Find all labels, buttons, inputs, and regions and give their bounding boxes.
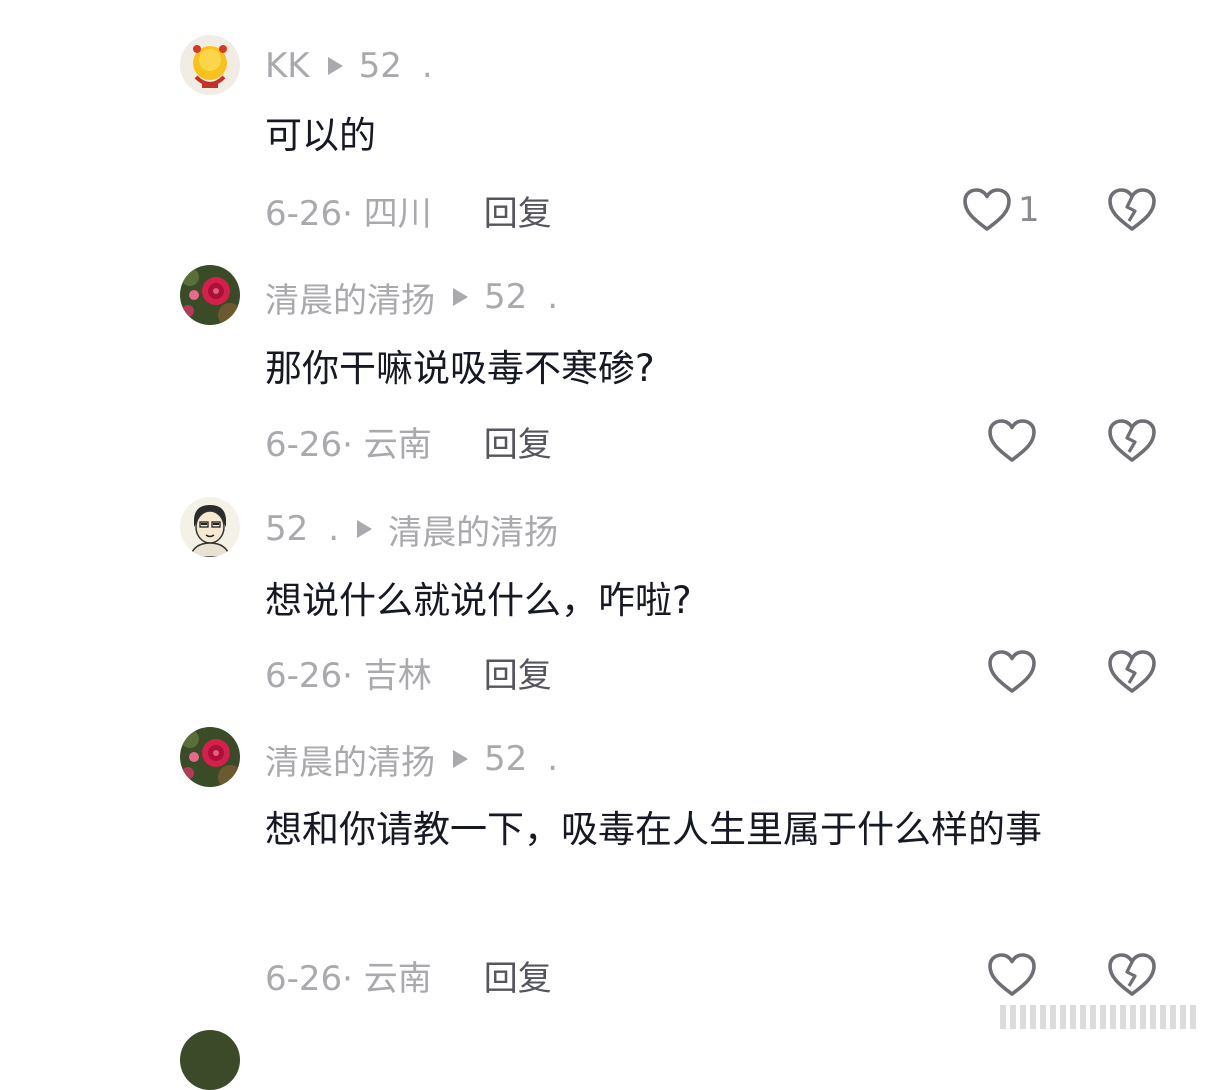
comment-meta: 52 . 清晨的清扬 [265, 509, 558, 553]
dislike-button[interactable] [1107, 416, 1157, 466]
date-location: 6-26· 四川 [265, 193, 432, 234]
date-location: 6-26· 云南 [265, 424, 432, 465]
like-button[interactable]: 1 [962, 185, 1040, 235]
reply-to-name[interactable]: 52 [484, 739, 527, 779]
author-name[interactable]: 清晨的清扬 [265, 273, 435, 322]
heart-outline-icon [963, 188, 1011, 231]
reply-to-suffix: . [421, 46, 433, 86]
reply-button[interactable]: 回复 [484, 186, 552, 235]
dislike-button[interactable] [1107, 950, 1157, 1000]
reply-to-suffix: . [547, 277, 559, 317]
play-triangle-icon [453, 288, 468, 306]
comment-text: 那你干嘛说吸毒不寒碜? [265, 347, 655, 390]
broken-heart-icon [1108, 953, 1156, 996]
heart-outline-icon [988, 953, 1036, 996]
yellow-smiley-avatar-icon [180, 35, 240, 95]
like-button[interactable] [987, 950, 1043, 1000]
watermark [1000, 1005, 1196, 1029]
heart-outline-icon [988, 419, 1036, 462]
reply-to-name[interactable]: 52 [484, 277, 527, 317]
author-name[interactable]: 52 [265, 509, 308, 549]
avatar[interactable] [180, 1030, 240, 1090]
comment-meta: KK 52 . [265, 46, 433, 86]
date-location: 6-26· 云南 [265, 958, 432, 999]
red-flower-avatar-icon [180, 727, 240, 787]
like-count: 1 [1018, 190, 1040, 230]
author-name[interactable]: KK [265, 46, 310, 86]
reply-button[interactable]: 回复 [484, 417, 552, 466]
avatar[interactable] [180, 35, 240, 95]
dislike-button[interactable] [1107, 647, 1157, 697]
comment-text: 可以的 [265, 114, 376, 157]
comment-footer: 6-26· 云南 回复 [265, 416, 552, 466]
reply-button[interactable]: 回复 [484, 951, 552, 1000]
like-button[interactable] [987, 416, 1043, 466]
comment-text: 想说什么就说什么，咋啦? [265, 579, 692, 622]
play-triangle-icon [357, 520, 373, 538]
play-triangle-icon [453, 750, 468, 768]
broken-heart-icon [1108, 419, 1156, 462]
comment-footer: 6-26· 四川 回复 [265, 185, 552, 235]
comment-footer: 6-26· 云南 回复 [265, 950, 552, 1000]
broken-heart-icon [1108, 650, 1156, 693]
comment-meta: 清晨的清扬 52 . [265, 277, 559, 321]
play-triangle-icon [327, 57, 343, 75]
dislike-button[interactable] [1107, 185, 1157, 235]
comment-footer: 6-26· 吉林 回复 [265, 647, 552, 697]
red-flower-avatar-icon [180, 265, 240, 325]
author-name[interactable]: 清晨的清扬 [265, 735, 435, 784]
reply-to-name[interactable]: 清晨的清扬 [388, 505, 558, 554]
comment-text: 想和你请教一下，吸毒在人生里属于什么样的事 [265, 808, 1042, 851]
comment-meta: 清晨的清扬 52 . [265, 739, 559, 783]
reply-button[interactable]: 回复 [484, 648, 552, 697]
avatar[interactable] [180, 497, 240, 557]
avatar[interactable] [180, 265, 240, 325]
broken-heart-icon [1108, 188, 1156, 231]
author-suffix: . [328, 509, 340, 549]
cartoon-man-avatar-icon [180, 497, 240, 557]
reply-to-suffix: . [547, 739, 559, 779]
reply-to-name[interactable]: 52 [359, 46, 402, 86]
like-button[interactable] [987, 647, 1043, 697]
heart-outline-icon [988, 650, 1036, 693]
date-location: 6-26· 吉林 [265, 655, 432, 696]
avatar[interactable] [180, 727, 240, 787]
